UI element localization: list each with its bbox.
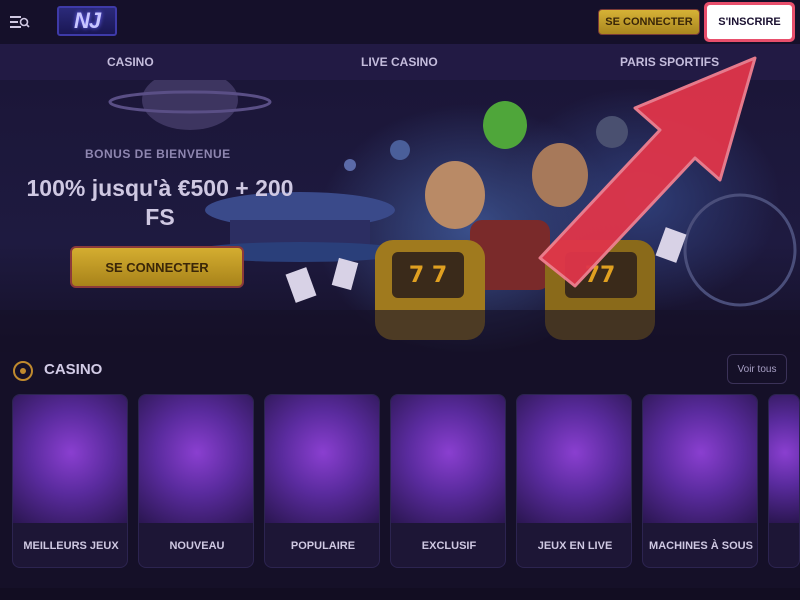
casino-chip-icon	[13, 361, 33, 381]
card-label: POPULAIRE	[290, 540, 356, 552]
login-button-label: SE CONNECTER	[605, 16, 693, 28]
card-label	[769, 523, 799, 567]
card-image	[643, 395, 757, 523]
casino-section: CASINO Voir tous MEILLEURS JEUX NOUVEAU …	[0, 352, 800, 600]
card-label: MACHINES À SOUS	[649, 540, 753, 552]
nav-item-casino[interactable]: CASINO	[107, 44, 154, 80]
category-card-new[interactable]: NOUVEAU	[138, 394, 254, 568]
site-logo[interactable]: NJ	[57, 6, 117, 36]
logo-text: NJ	[73, 8, 101, 33]
card-label: NOUVEAU	[169, 540, 225, 552]
section-title: CASINO	[44, 361, 103, 378]
card-image	[517, 395, 631, 523]
login-button[interactable]: SE CONNECTER	[598, 9, 700, 35]
register-button[interactable]: S'INSCRIRE	[704, 2, 795, 42]
category-card-popular[interactable]: POPULAIRE	[264, 394, 380, 568]
card-image	[265, 395, 379, 523]
category-card-best-games[interactable]: MEILLEURS JEUX	[12, 394, 128, 568]
card-image	[139, 395, 253, 523]
nav-item-live-casino[interactable]: LIVE CASINO	[361, 44, 438, 80]
card-image	[391, 395, 505, 523]
hero-kicker: BONUS DE BIENVENUE	[85, 147, 231, 161]
category-cards: MEILLEURS JEUX NOUVEAU POPULAIRE EXCLUSI…	[12, 394, 800, 570]
card-label: MEILLEURS JEUX	[23, 540, 119, 552]
next-section-edge	[0, 588, 800, 600]
see-all-button[interactable]: Voir tous	[727, 354, 787, 384]
card-image	[769, 395, 799, 523]
card-label: JEUX EN LIVE	[537, 540, 613, 552]
hero-title: 100% jusqu'à €500 + 200 FS	[26, 175, 294, 230]
menu-search-icon[interactable]	[10, 13, 30, 31]
card-image	[13, 395, 127, 523]
register-button-label: S'INSCRIRE	[718, 16, 781, 28]
svg-text:7 7: 7 7	[409, 263, 447, 288]
top-header: NJ SE CONNECTER S'INSCRIRE	[0, 0, 800, 44]
card-label: EXCLUSIF	[421, 540, 477, 552]
category-card-live-games[interactable]: JEUX EN LIVE	[516, 394, 632, 568]
category-card-partial[interactable]	[768, 394, 800, 568]
hero-login-button-label: SE CONNECTER	[105, 259, 209, 275]
category-card-exclusive[interactable]: EXCLUSIF	[390, 394, 506, 568]
hero-login-button[interactable]: SE CONNECTER	[70, 246, 244, 288]
category-card-slot-machines[interactable]: MACHINES À SOUS	[642, 394, 758, 568]
see-all-label: Voir tous	[737, 363, 777, 375]
pointer-arrow-icon	[538, 56, 757, 288]
